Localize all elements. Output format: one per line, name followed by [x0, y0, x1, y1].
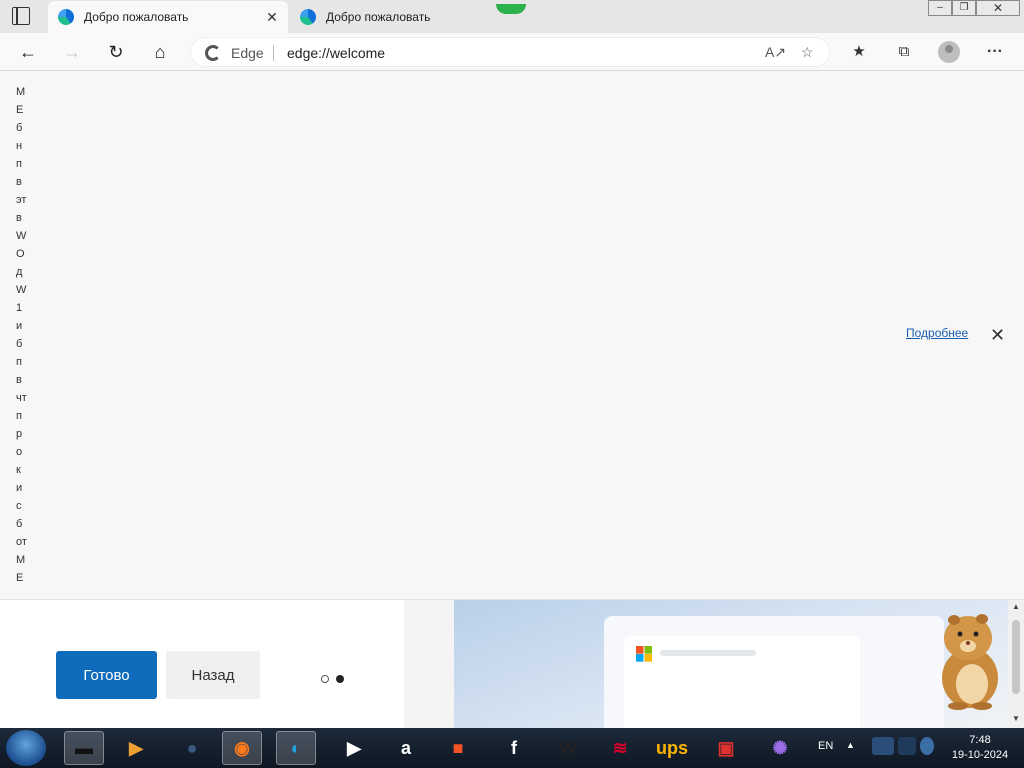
vertical-letter: п: [16, 356, 22, 368]
volume-icon[interactable]: [920, 737, 934, 755]
overlay-decoration: [496, 4, 526, 14]
ups-icon[interactable]: ups: [652, 731, 692, 765]
address-toolbar: ← → ↻ ⌂ Edge A↗ ☆ ★ ⧉ ···: [0, 33, 1024, 71]
collections-icon[interactable]: ⧉: [893, 41, 915, 63]
network-icon[interactable]: [872, 737, 894, 755]
vertical-letter: чт: [16, 392, 27, 404]
carousel-dots: [321, 670, 351, 688]
address-bar[interactable]: Edge A↗ ☆: [190, 37, 830, 67]
vertical-letter: Е: [16, 572, 24, 584]
vertical-letter: 1: [16, 302, 23, 314]
screen: Добро пожаловать ✕ Добро пожаловать – ❐ …: [0, 0, 1024, 768]
carousel-dot[interactable]: [336, 675, 344, 683]
vertical-letter: п: [16, 410, 22, 422]
vertical-letter: W: [16, 284, 27, 296]
terminal-icon[interactable]: ▬: [64, 731, 104, 765]
divider: [273, 45, 274, 61]
vertical-letter: п: [16, 158, 22, 170]
panel-gutter: [404, 600, 454, 729]
vertical-letter: с: [16, 500, 22, 512]
amazon-icon[interactable]: a: [386, 731, 426, 765]
close-tab-icon[interactable]: ✕: [262, 9, 282, 26]
vertical-letter: О: [16, 248, 25, 260]
language-indicator[interactable]: EN: [818, 740, 833, 752]
close-window-button[interactable]: ✕: [976, 0, 1020, 16]
maximize-button[interactable]: ❐: [952, 0, 976, 16]
vertical-letter: в: [16, 212, 22, 224]
vertical-text-column: М Еб н п в эт в W Од W 1 и б п в чт п р о к и с б от М Е: [16, 83, 36, 587]
url-input[interactable]: [287, 45, 747, 61]
vertical-letter: о: [16, 446, 23, 458]
page-content: М Еб н п в эт в W Од W 1 и б п в чт п р о к и с б от М Е Подробне…: [0, 71, 1024, 599]
vertical-letter: Е: [16, 104, 24, 116]
vertical-letter: б: [16, 518, 23, 530]
favorites-icon[interactable]: ★: [848, 41, 870, 63]
vertical-letter: в: [16, 374, 22, 386]
read-aloud-icon[interactable]: A↗: [765, 44, 786, 61]
more-button[interactable]: ···: [984, 41, 1006, 63]
arrow-left-icon[interactable]: ←: [14, 39, 42, 65]
vertical-letter: М: [16, 86, 26, 98]
star-plus-icon[interactable]: ☆: [801, 44, 814, 61]
vertical-letter: к: [16, 464, 21, 476]
vertical-letter: эт: [16, 194, 27, 206]
edge-site-icon: [205, 45, 221, 61]
tab-welcome-inactive[interactable]: Добро пожаловать: [290, 1, 480, 33]
vertical-letter: н: [16, 140, 23, 152]
vertical-letter: б: [16, 338, 23, 350]
tab-strip: Добро пожаловать ✕ Добро пожаловать – ❐ …: [0, 0, 1024, 33]
arrow-right-icon[interactable]: →: [58, 39, 86, 65]
monitor-icon[interactable]: [898, 737, 916, 755]
scrollbar-thumb[interactable]: [1012, 620, 1020, 694]
site-label: Edge: [231, 45, 264, 61]
profile-icon[interactable]: [938, 41, 960, 63]
media-player-icon[interactable]: ▶: [116, 731, 156, 765]
tab-title: Добро пожаловать: [84, 10, 189, 24]
done-button[interactable]: Готово: [56, 651, 157, 699]
vertical-letter: и: [16, 482, 23, 494]
tab-welcome-active[interactable]: Добро пожаловать ✕: [48, 1, 288, 33]
vertical-letter: М: [16, 554, 26, 566]
tab-actions-icon[interactable]: [12, 7, 30, 25]
bank-icon[interactable]: ≋: [600, 731, 640, 765]
tray-expand-icon[interactable]: ▲: [846, 740, 855, 750]
close-icon[interactable]: ✕: [990, 325, 1005, 346]
shop-icon[interactable]: ▣: [706, 731, 746, 765]
tab-title: Добро пожаловать: [326, 10, 431, 24]
microsoft-logo-icon: [636, 646, 652, 662]
copilot-icon[interactable]: ✺: [760, 731, 800, 765]
edge-icon: [300, 9, 316, 25]
promo-placeholder-line: [660, 650, 756, 656]
vertical-letter: W: [16, 230, 27, 242]
home-icon[interactable]: ⌂: [146, 39, 174, 65]
scroll-down-icon[interactable]: ▼: [1008, 714, 1024, 723]
wikipedia-icon[interactable]: W: [548, 731, 588, 765]
scroll-up-icon[interactable]: ▲: [1008, 602, 1024, 611]
facebook-icon[interactable]: f: [494, 731, 534, 765]
system-clock[interactable]: 7:48 19-10-2024: [944, 733, 1016, 763]
taskbar: ▬ ▶ ● ◉ ◐ ▶ a ■ f W ≋ ups ▣ ✺ EN ▲ 7:48 19-10-2024: [0, 728, 1024, 768]
welcome-footer-panel: Готово Назад ▲ ▼: [0, 599, 1024, 729]
clock-date: 19-10-2024: [951, 749, 1009, 761]
youtube-icon[interactable]: ▶: [334, 731, 374, 765]
vertical-letter: в: [16, 176, 22, 188]
refresh-icon[interactable]: ↻: [102, 39, 130, 65]
hamster-mascot-icon: [942, 614, 998, 710]
edge-icon[interactable]: ◐: [276, 731, 316, 765]
edge-icon: [58, 9, 74, 25]
vertical-letter: и: [16, 320, 23, 332]
vertical-letter: от: [16, 536, 27, 548]
back-button[interactable]: Назад: [166, 651, 260, 699]
windows-store-icon[interactable]: ■: [438, 731, 478, 765]
carousel-dot[interactable]: [321, 675, 329, 683]
minimize-button[interactable]: –: [928, 0, 952, 16]
vertical-letter: р: [16, 428, 23, 440]
firefox-icon[interactable]: ◉: [222, 731, 262, 765]
start-button-icon[interactable]: [6, 730, 46, 766]
vertical-letter: б: [16, 122, 23, 134]
vertical-letter: д: [16, 266, 23, 278]
ball-icon[interactable]: ●: [172, 731, 212, 765]
clock-time: 7:48: [969, 734, 991, 746]
learn-more-link[interactable]: Подробнее: [906, 326, 968, 340]
